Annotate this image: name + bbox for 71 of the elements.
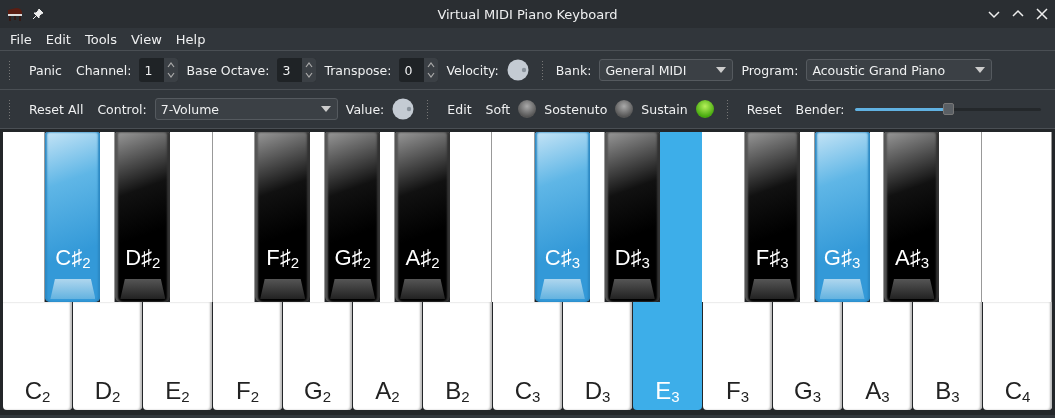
- natural-key[interactable]: F$_{3}$: [703, 302, 772, 410]
- toolbar-handle[interactable]: [426, 99, 430, 119]
- led-label: Sostenuto: [544, 101, 608, 117]
- natural-key-top[interactable]: [310, 132, 326, 302]
- piano-icon: [6, 6, 24, 22]
- dropdown-arrow-icon: [320, 106, 331, 112]
- toolbar-button[interactable]: Reset All: [23, 97, 90, 121]
- natural-key[interactable]: B$_{2}$: [423, 302, 492, 410]
- menu-item[interactable]: File: [10, 31, 32, 47]
- sharp-key[interactable]: A♯$_{3}$: [884, 132, 940, 302]
- spin-arrows-icon[interactable]: [304, 60, 315, 80]
- sharp-key[interactable]: D♯$_{2}$: [115, 132, 171, 302]
- spin-arrows-icon[interactable]: [166, 60, 177, 80]
- natural-key[interactable]: B$_{3}$: [913, 302, 982, 410]
- natural-key[interactable]: A$_{2}$: [353, 302, 422, 410]
- field-label: Control:: [97, 101, 147, 117]
- field-label: Velocity:: [446, 62, 499, 78]
- field-label: Bank:: [555, 62, 592, 78]
- toolbar-handle[interactable]: [8, 99, 11, 119]
- toolbar-handle[interactable]: [725, 99, 729, 119]
- natural-key-top[interactable]: [100, 132, 116, 302]
- spin-box[interactable]: 1: [139, 58, 179, 82]
- field-label: Value:: [345, 101, 385, 117]
- toolbar-button[interactable]: Edit: [441, 97, 478, 121]
- toolbar-handle[interactable]: [8, 60, 11, 80]
- toolbar-button[interactable]: Reset: [740, 97, 788, 121]
- natural-key[interactable]: G$_{3}$: [773, 302, 842, 410]
- dropdown-arrow-icon: [975, 67, 986, 73]
- field-label: Program:: [741, 62, 799, 78]
- natural-key[interactable]: C$_{4}$: [983, 302, 1052, 410]
- natural-key[interactable]: D$_{3}$: [563, 302, 632, 410]
- dropdown-arrow-icon: [716, 67, 727, 73]
- menu-item[interactable]: Tools: [84, 31, 117, 47]
- sharp-key[interactable]: G♯$_{2}$: [325, 132, 381, 302]
- close-icon[interactable]: [1035, 7, 1049, 21]
- natural-key-top[interactable]: [380, 132, 396, 302]
- field-label: Bender:: [795, 101, 845, 117]
- spin-box[interactable]: 0: [399, 58, 439, 82]
- menu-item[interactable]: Help: [175, 31, 206, 47]
- sharp-key[interactable]: F♯$_{2}$: [255, 132, 311, 302]
- window-title: Virtual MIDI Piano Keyboard: [437, 6, 618, 22]
- slider-handle[interactable]: [943, 102, 955, 115]
- toolbar-handle[interactable]: [540, 60, 544, 80]
- natural-key-top[interactable]: [659, 132, 703, 302]
- natural-key[interactable]: C$_{3}$: [493, 302, 562, 410]
- menu-item[interactable]: Edit: [45, 31, 71, 47]
- natural-key[interactable]: F$_{2}$: [213, 302, 282, 410]
- natural-key-top[interactable]: [212, 132, 256, 302]
- knob[interactable]: [392, 98, 415, 120]
- menu-item[interactable]: View: [131, 31, 162, 47]
- field-label: Channel:: [75, 62, 132, 78]
- spin-box[interactable]: 3: [277, 58, 317, 82]
- field-label: Transpose:: [324, 62, 392, 78]
- natural-key[interactable]: G$_{2}$: [283, 302, 352, 410]
- natural-key[interactable]: D$_{2}$: [73, 302, 142, 410]
- sharp-key[interactable]: D♯$_{3}$: [604, 132, 660, 302]
- sharp-key[interactable]: F♯$_{3}$: [744, 132, 800, 302]
- natural-key[interactable]: A$_{3}$: [843, 302, 912, 410]
- natural-key[interactable]: C$_{2}$: [3, 302, 72, 410]
- dropdown[interactable]: General MIDI: [599, 59, 734, 81]
- field-label: Base Octave:: [186, 62, 270, 78]
- led-label: Soft: [485, 101, 511, 117]
- pin-icon[interactable]: [32, 8, 44, 20]
- toolbar-button[interactable]: Panic: [23, 58, 68, 82]
- led-label: Sustain: [641, 101, 688, 117]
- spin-arrows-icon[interactable]: [426, 60, 437, 80]
- natural-key[interactable]: E$_{2}$: [143, 302, 212, 410]
- sharp-key[interactable]: A♯$_{2}$: [395, 132, 451, 302]
- knob[interactable]: [506, 59, 529, 81]
- dropdown[interactable]: 7-Volume: [154, 98, 338, 120]
- dropdown[interactable]: Acoustic Grand Piano: [806, 59, 993, 81]
